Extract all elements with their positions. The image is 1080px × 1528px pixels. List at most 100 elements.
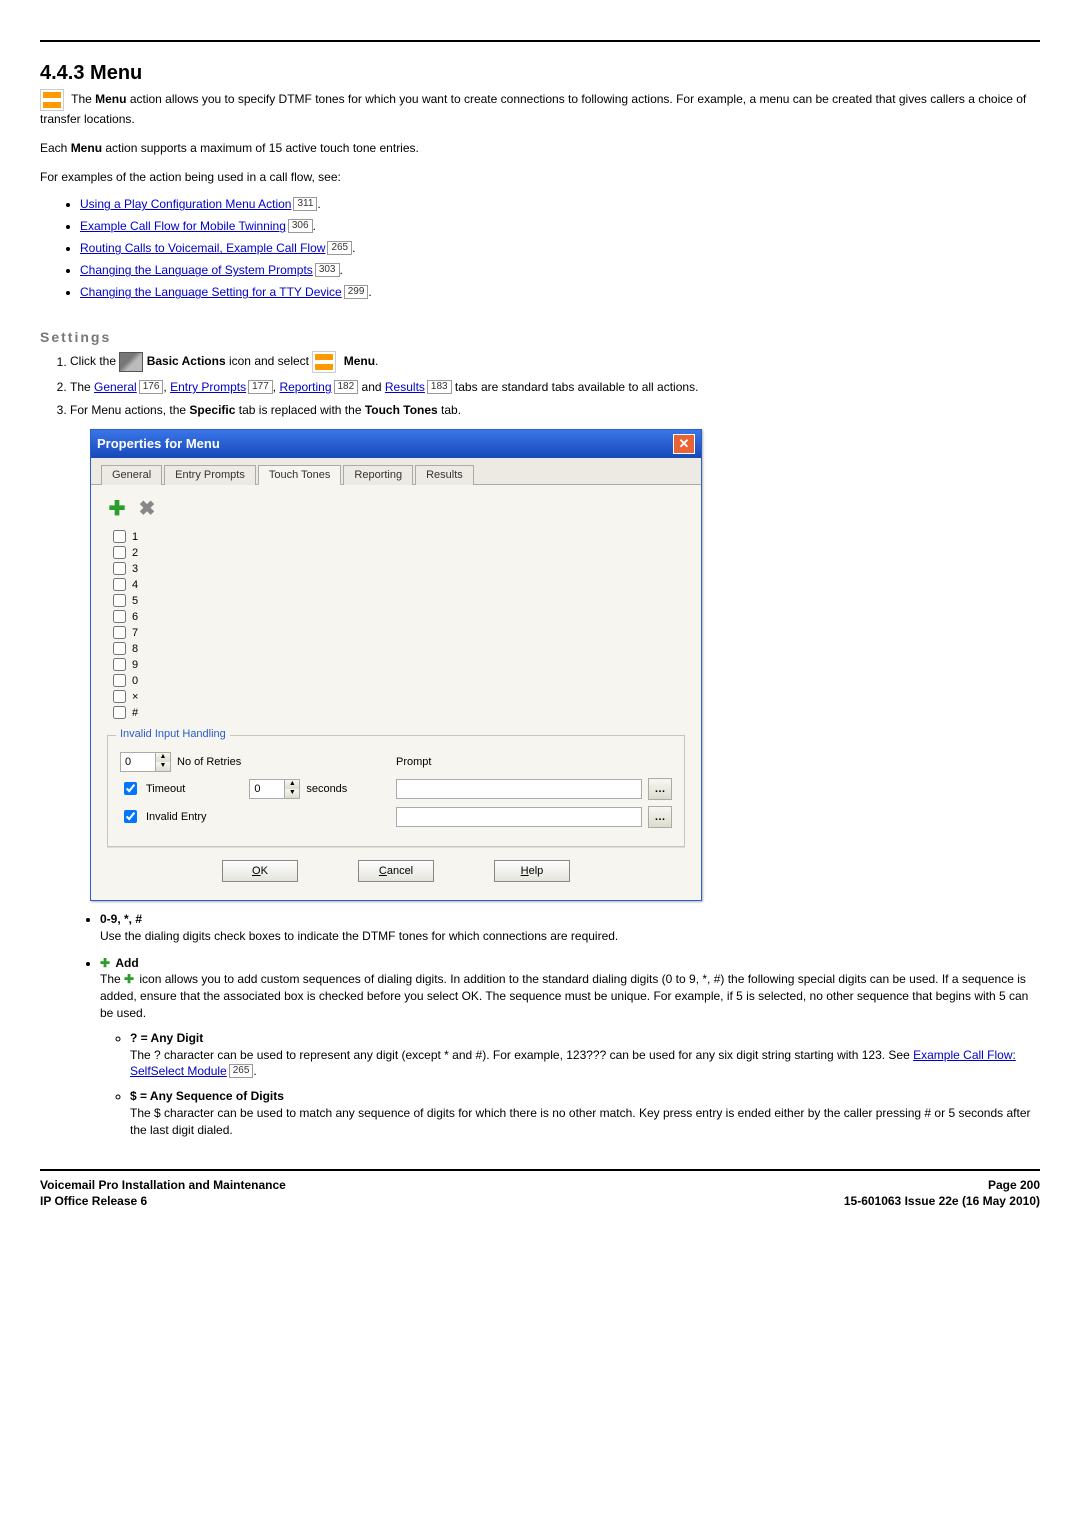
- dialog-titlebar: Properties for Menu ✕: [91, 430, 701, 458]
- invalid-checkbox[interactable]: [124, 810, 137, 823]
- digit-checkbox[interactable]: [113, 562, 126, 575]
- page-ref: 265: [327, 241, 352, 255]
- p1c: action allows you to specify DTMF tones …: [40, 92, 1026, 126]
- page-ref: 182: [334, 380, 359, 394]
- add-text-b: icon allows you to add custom sequences …: [100, 972, 1028, 1020]
- digit-label: 9: [132, 659, 138, 671]
- digits-title: 0-9, *, #: [100, 912, 142, 926]
- doc-link[interactable]: Changing the Language Setting for a TTY …: [80, 285, 342, 299]
- q-title: ? = Any Digit: [130, 1031, 203, 1045]
- spin-down-icon[interactable]: ▼: [156, 762, 170, 771]
- p2a: Each: [40, 141, 71, 155]
- settings-heading: Settings: [40, 329, 1040, 345]
- ok-button[interactable]: OK: [222, 860, 298, 882]
- digit-checkbox[interactable]: [113, 642, 126, 655]
- footer-left2: IP Office Release 6: [40, 1194, 147, 1208]
- add-title: Add: [115, 956, 138, 970]
- tab-link[interactable]: Entry Prompts: [170, 380, 246, 394]
- groupbox-title: Invalid Input Handling: [116, 728, 230, 740]
- add-icon[interactable]: ✚: [107, 499, 127, 519]
- prompt-label: Prompt: [396, 756, 431, 768]
- tab-entry-prompts[interactable]: Entry Prompts: [164, 465, 256, 485]
- close-icon[interactable]: ✕: [673, 434, 695, 454]
- retries-spinner[interactable]: ▲▼: [120, 752, 171, 772]
- s-title: $ = Any Sequence of Digits: [130, 1089, 284, 1103]
- digit-checkbox[interactable]: [113, 626, 126, 639]
- p2b: Menu: [71, 141, 102, 155]
- timeout-input[interactable]: [250, 780, 284, 798]
- tab-link[interactable]: Results: [385, 380, 425, 394]
- example-link-item: Changing the Language of System Prompts3…: [80, 263, 1040, 277]
- digit-checkbox[interactable]: [113, 674, 126, 687]
- digit-row: 0: [113, 673, 685, 689]
- intro-block: The Menu action allows you to specify DT…: [40, 89, 1040, 185]
- tab-general[interactable]: General: [101, 465, 162, 485]
- digit-checkbox[interactable]: [113, 578, 126, 591]
- delete-icon[interactable]: ✖: [137, 499, 157, 519]
- digits-text: Use the dialing digits check boxes to in…: [100, 929, 618, 943]
- menu-icon: [40, 89, 64, 111]
- example-link-item: Routing Calls to Voicemail, Example Call…: [80, 241, 1040, 255]
- digit-checkbox[interactable]: [113, 706, 126, 719]
- add-icon: ✚: [124, 971, 136, 983]
- digit-checkbox[interactable]: [113, 530, 126, 543]
- add-icon: ✚: [100, 955, 112, 967]
- retries-label: No of Retries: [177, 756, 241, 768]
- basic-actions-icon: [119, 352, 143, 372]
- doc-link[interactable]: Example Call Flow for Mobile Twinning: [80, 219, 286, 233]
- digit-checkbox[interactable]: [113, 610, 126, 623]
- p1b: Menu: [95, 92, 126, 106]
- properties-dialog: Properties for Menu ✕ GeneralEntry Promp…: [90, 429, 702, 901]
- page-footer: Voicemail Pro Installation and Maintenan…: [40, 1169, 1040, 1211]
- s3a: For Menu actions, the: [70, 403, 189, 417]
- digit-row: 5: [113, 593, 685, 609]
- s1a: Click the: [70, 355, 119, 369]
- browse-icon[interactable]: …: [648, 778, 672, 800]
- timeout-prompt-field[interactable]: [396, 779, 642, 799]
- s3b: Specific: [189, 403, 235, 417]
- digit-checkbox[interactable]: [113, 594, 126, 607]
- add-text-a: The: [100, 972, 124, 986]
- doc-link[interactable]: Routing Calls to Voicemail, Example Call…: [80, 241, 325, 255]
- s1d: Menu: [344, 355, 375, 369]
- p2c: action supports a maximum of 15 active t…: [102, 141, 419, 155]
- dialog-tabs: GeneralEntry PromptsTouch TonesReporting…: [91, 458, 701, 485]
- digit-label: 6: [132, 611, 138, 623]
- q-text-a: The ? character can be used to represent…: [130, 1048, 913, 1062]
- spin-up-icon[interactable]: ▲: [156, 753, 170, 762]
- doc-link[interactable]: Changing the Language of System Prompts: [80, 263, 313, 277]
- digit-label: 4: [132, 579, 138, 591]
- tab-results[interactable]: Results: [415, 465, 474, 485]
- digit-label: 1: [132, 531, 138, 543]
- digit-checkbox[interactable]: [113, 690, 126, 703]
- digit-row: 4: [113, 577, 685, 593]
- digit-label: ×: [132, 691, 138, 703]
- cancel-button[interactable]: Cancel: [358, 860, 434, 882]
- page-ref: 299: [344, 285, 369, 299]
- example-link-item: Changing the Language Setting for a TTY …: [80, 285, 1040, 299]
- timeout-checkbox[interactable]: [124, 782, 137, 795]
- tab-link[interactable]: Reporting: [279, 380, 331, 394]
- tab-link[interactable]: General: [94, 380, 137, 394]
- doc-link[interactable]: Using a Play Configuration Menu Action: [80, 197, 291, 211]
- tab-touch-tones[interactable]: Touch Tones: [258, 465, 342, 485]
- tab-reporting[interactable]: Reporting: [343, 465, 413, 485]
- menu-icon: [312, 351, 336, 373]
- digit-row: 8: [113, 641, 685, 657]
- p3: For examples of the action being used in…: [40, 169, 1040, 186]
- digit-label: 2: [132, 547, 138, 559]
- spin-down-icon[interactable]: ▼: [285, 789, 299, 798]
- spin-up-icon[interactable]: ▲: [285, 780, 299, 789]
- section-title: 4.4.3 Menu: [40, 62, 1040, 85]
- invalid-prompt-field[interactable]: [396, 807, 642, 827]
- footer-right2: 15-601063 Issue 22e (16 May 2010): [844, 1194, 1040, 1208]
- detail-list: 0-9, *, # Use the dialing digits check b…: [100, 911, 1040, 1139]
- retries-input[interactable]: [121, 753, 155, 771]
- help-button[interactable]: Help: [494, 860, 570, 882]
- digit-checkbox[interactable]: [113, 658, 126, 671]
- digit-checkbox[interactable]: [113, 546, 126, 559]
- timeout-spinner[interactable]: ▲▼: [249, 779, 300, 799]
- footer-left1: Voicemail Pro Installation and Maintenan…: [40, 1178, 286, 1192]
- digit-row: 2: [113, 545, 685, 561]
- browse-icon[interactable]: …: [648, 806, 672, 828]
